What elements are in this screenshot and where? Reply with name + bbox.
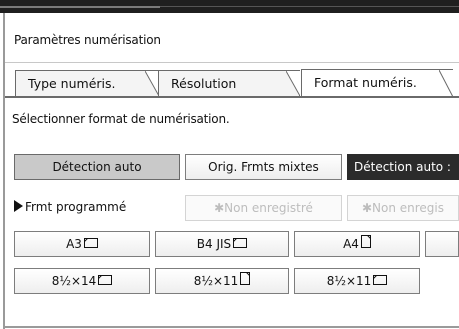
- button-label: Orig. Frmts mixtes: [208, 160, 319, 174]
- auto-detect-option-button[interactable]: Détection auto :: [347, 154, 459, 180]
- button-label: 8½×14: [51, 274, 97, 288]
- size-legal-landscape-button[interactable]: 8½×14: [14, 268, 150, 294]
- portrait-page-icon: [240, 272, 251, 288]
- top-bar: [0, 0, 459, 13]
- tab-label: Type numéris.: [28, 76, 116, 91]
- button-label: B4 JIS: [196, 237, 232, 251]
- portrait-page-icon: [360, 235, 371, 251]
- instruction-text: Sélectionner format de numérisation.: [12, 112, 230, 126]
- tab-baseline: [5, 96, 459, 98]
- button-label: ✱Non enregistré: [214, 201, 313, 215]
- programmed-size-text: Frmt programmé: [25, 200, 127, 214]
- landscape-page-icon: [83, 237, 98, 251]
- size-a3-landscape-button[interactable]: A3: [14, 231, 150, 257]
- button-label: ✱Non enregis: [361, 201, 445, 215]
- tab-label: Résolution: [171, 76, 237, 91]
- tab-type-numeris[interactable]: Type numéris.: [15, 70, 159, 96]
- page-title: Paramètres numérisation: [14, 33, 161, 47]
- landscape-page-icon: [98, 274, 113, 288]
- size-b4-jis-landscape-button[interactable]: B4 JIS: [155, 231, 289, 257]
- top-bar-highlight: [0, 6, 160, 8]
- programmed-size-label: Frmt programmé: [14, 200, 126, 214]
- button-label: Détection auto: [52, 160, 142, 174]
- mixed-sizes-button[interactable]: Orig. Frmts mixtes: [185, 154, 342, 180]
- frame-left-border: [3, 13, 5, 329]
- programmed-slot-2[interactable]: ✱Non enregis: [347, 195, 459, 221]
- arrow-right-icon: [14, 200, 23, 212]
- button-label: 8½×11: [193, 274, 239, 288]
- tab-format-numeris[interactable]: Format numéris.: [301, 69, 453, 97]
- button-label: 8½×11: [326, 274, 372, 288]
- button-label: A4: [343, 237, 359, 251]
- programmed-slot-1[interactable]: ✱Non enregistré: [185, 195, 342, 221]
- landscape-page-icon: [233, 237, 248, 251]
- size-letter-landscape-button[interactable]: 8½×11: [294, 268, 420, 294]
- title-divider: [5, 62, 459, 63]
- size-a4-portrait-button[interactable]: A4: [294, 231, 420, 257]
- auto-detect-button[interactable]: Détection auto: [14, 154, 180, 180]
- button-label: A3: [66, 237, 82, 251]
- landscape-page-icon: [373, 274, 388, 288]
- tab-slant-icon: [286, 71, 300, 96]
- button-label: Détection auto :: [354, 160, 451, 174]
- frame-bottom-border: [3, 326, 459, 328]
- size-letter-portrait-button[interactable]: 8½×11: [155, 268, 289, 294]
- tab-resolution[interactable]: Résolution: [158, 70, 300, 96]
- tab-label: Format numéris.: [314, 75, 417, 90]
- tab-slant-icon: [145, 71, 159, 96]
- size-next-button[interactable]: [425, 231, 459, 257]
- tab-slant-icon: [439, 70, 453, 97]
